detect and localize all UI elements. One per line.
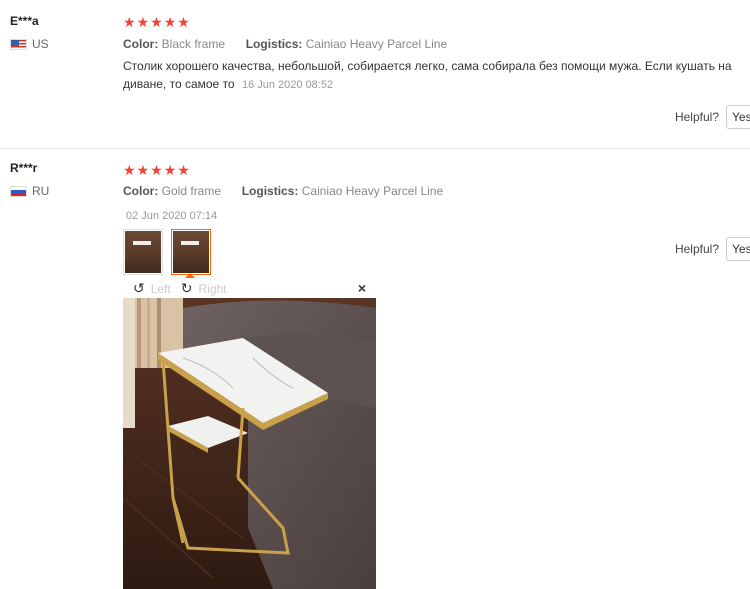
rotate-right-icon: ↻ [180, 280, 193, 296]
helpful-yes-button[interactable]: Yes [726, 237, 750, 261]
rotate-left-icon: ↺ [133, 280, 145, 296]
us-flag-icon [10, 38, 27, 50]
color-label: Color: [123, 37, 159, 51]
helpful-label: Helpful? [674, 110, 719, 124]
rotate-left-button[interactable]: ↺ Left [133, 280, 171, 297]
review-date: 16 Jun 2020 08:52 [241, 79, 334, 91]
photo-viewer-toolbar: ↺ Left ↻ Right × [123, 279, 376, 298]
country-code: RU [32, 184, 50, 198]
rotate-right-button[interactable]: ↻ Right [181, 280, 227, 297]
star-icon: ★ [123, 14, 136, 30]
star-icon: ★ [150, 162, 163, 178]
order-attributes: Color: Black frame Logistics: Cainiao He… [123, 37, 447, 51]
star-icon: ★ [177, 14, 190, 30]
country-code: US [32, 37, 49, 51]
star-icon: ★ [123, 162, 136, 178]
reviewer-country: RU [10, 184, 49, 198]
helpful-vote: Helpful? Yes [675, 105, 750, 129]
review-photo-thumbnail-active[interactable] [171, 229, 211, 275]
review-photo-large [123, 298, 376, 589]
review-text-block: Столик хорошего качества, небольшой, соб… [123, 57, 743, 94]
review-photo-thumbnails [123, 229, 211, 275]
helpful-vote: Helpful? Yes [675, 237, 750, 261]
logistics-label: Logistics: [241, 184, 299, 198]
rotate-right-label: Right [198, 281, 227, 296]
star-icon: ★ [163, 14, 177, 30]
review-date: 02 Jun 2020 07:14 [126, 210, 218, 222]
logistics-value: Cainiao Heavy Parcel Line [301, 184, 444, 198]
photo-side-table-illustration [123, 298, 376, 589]
close-viewer-icon[interactable]: × [358, 280, 366, 296]
color-value: Black frame [161, 37, 226, 51]
review-photo-thumbnail[interactable] [123, 229, 163, 275]
thumbnail-image [173, 231, 209, 273]
star-icon: ★ [136, 14, 150, 30]
logistics-label: Logistics: [245, 37, 303, 51]
active-thumbnail-caret [185, 273, 195, 278]
rating-stars: ★ ★ ★ ★ ★ [123, 163, 190, 177]
reviewer-name: E***a [10, 14, 39, 28]
star-icon: ★ [177, 162, 190, 178]
review-text-block: 02 Jun 2020 07:14 [126, 206, 746, 225]
ru-flag-icon [10, 185, 27, 197]
rotate-left-label: Left [150, 281, 171, 296]
reviewer-country: US [10, 37, 49, 51]
review-item: R***r RU ★ ★ ★ ★ ★ Color: Gold frame Log… [0, 149, 750, 589]
review-item: E***a US ★ ★ ★ ★ ★ Color: Black frame Lo… [0, 0, 750, 149]
logistics-value: Cainiao Heavy Parcel Line [305, 37, 448, 51]
color-value: Gold frame [161, 184, 222, 198]
star-icon: ★ [163, 162, 177, 178]
reviewer-name: R***r [10, 161, 38, 175]
rating-stars: ★ ★ ★ ★ ★ [123, 15, 190, 29]
helpful-yes-button[interactable]: Yes [726, 105, 750, 129]
star-icon: ★ [136, 162, 150, 178]
star-icon: ★ [150, 14, 163, 30]
thumbnail-image [125, 231, 161, 273]
helpful-label: Helpful? [674, 242, 719, 256]
review-text: Столик хорошего качества, небольшой, соб… [123, 59, 732, 91]
color-label: Color: [123, 184, 159, 198]
order-attributes: Color: Gold frame Logistics: Cainiao Hea… [123, 184, 443, 198]
